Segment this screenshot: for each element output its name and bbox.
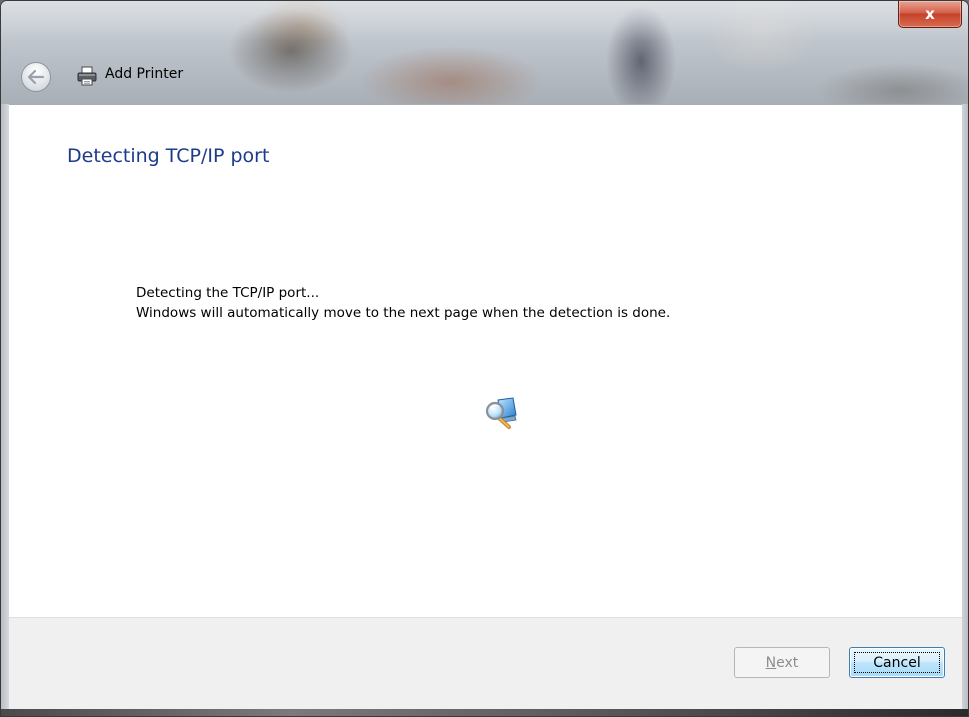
wizard-footer: Next Cancel	[9, 617, 962, 710]
title-bar[interactable]	[1, 1, 968, 104]
back-button[interactable]	[21, 62, 51, 92]
close-button[interactable]: x	[898, 1, 962, 28]
next-button-mnemonic: N	[765, 654, 777, 671]
status-line-info: Windows will automatically move to the n…	[136, 305, 671, 321]
status-message: Detecting the TCP/IP port... Windows wil…	[136, 283, 670, 323]
wizard-content: Detecting TCP/IP port Detecting the TCP/…	[9, 104, 962, 618]
cancel-button[interactable]: Cancel	[849, 647, 945, 678]
add-printer-window: x Add Printer Detecting TCP/IP port Dete…	[0, 0, 969, 717]
cancel-button-label: Cancel	[873, 654, 921, 671]
printer-icon	[77, 66, 97, 86]
status-line-detecting: Detecting the TCP/IP port...	[136, 285, 320, 301]
window-left-border	[1, 104, 9, 716]
page-title: Detecting TCP/IP port	[67, 145, 270, 167]
desktop-background-strip	[1, 709, 968, 716]
window-title: Add Printer	[105, 66, 184, 82]
next-button-label: ext	[776, 654, 799, 671]
back-arrow-icon	[28, 70, 44, 84]
close-icon: x	[925, 5, 935, 23]
next-button[interactable]: Next	[734, 647, 830, 678]
search-computer-icon	[485, 397, 517, 429]
